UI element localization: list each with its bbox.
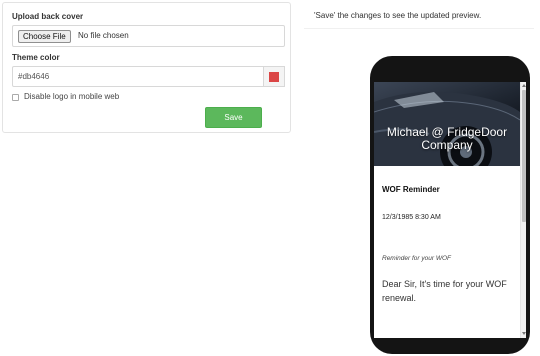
file-status-text: No file chosen (78, 31, 129, 40)
scroll-thumb[interactable] (522, 90, 526, 222)
phone-screen: Michael @ FridgeDoor Company WOF Reminde… (374, 82, 526, 338)
preview-hint: 'Save' the changes to see the updated pr… (314, 11, 482, 20)
message-subtitle: Reminder for your WOF (382, 255, 451, 262)
message-title: WOF Reminder (382, 185, 440, 194)
settings-card: Upload back cover Choose File No file ch… (2, 2, 291, 133)
message-date: 12/3/1985 8:30 AM (382, 214, 441, 221)
car-cover-graphic (374, 91, 520, 166)
color-swatch (269, 72, 279, 82)
save-button[interactable]: Save (205, 107, 262, 128)
disable-logo-checkbox[interactable] (12, 94, 19, 101)
disable-logo-label: Disable logo in mobile web (24, 92, 120, 101)
theme-color-input[interactable]: #db4646 (12, 66, 264, 87)
scroll-down-icon[interactable] (522, 332, 526, 335)
phone-preview: Michael @ FridgeDoor Company WOF Reminde… (370, 56, 530, 354)
cover-image: Michael @ FridgeDoor Company (374, 82, 520, 166)
color-picker-button[interactable] (264, 66, 285, 87)
scroll-up-icon[interactable] (522, 84, 526, 87)
cover-title: Michael @ FridgeDoor Company (386, 125, 508, 152)
choose-file-button[interactable]: Choose File (18, 30, 71, 43)
file-upload-field[interactable]: Choose File No file chosen (12, 25, 285, 47)
preview-scrollbar[interactable] (520, 82, 526, 338)
theme-color-value: #db4646 (18, 72, 50, 81)
theme-color-label: Theme color (12, 53, 60, 62)
divider (304, 28, 534, 29)
message-body: Dear Sir, It's time for your WOF renewal… (382, 279, 507, 303)
upload-back-cover-label: Upload back cover (12, 12, 84, 21)
